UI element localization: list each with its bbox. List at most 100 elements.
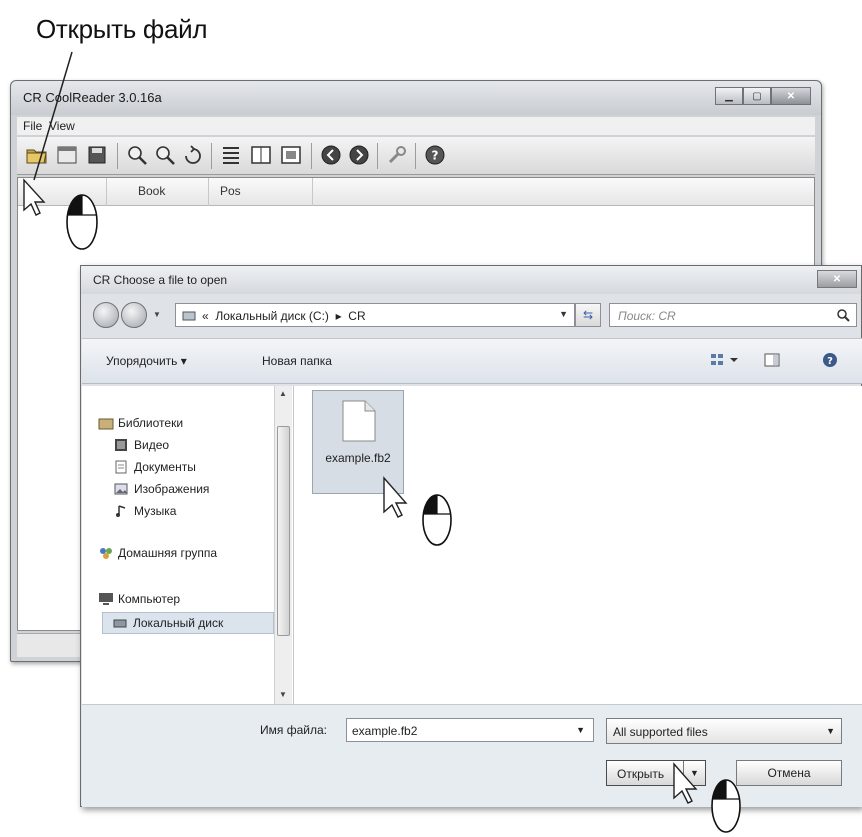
help-icon[interactable]: ? [822,352,838,371]
maximize-button[interactable]: ▢ [743,87,771,105]
settings-icon[interactable] [385,143,409,167]
address-path: « Локальный диск (C:) ▸ CR [202,309,366,323]
menu-bar: File View [17,117,815,135]
search-input[interactable]: Поиск: CR [609,303,857,327]
column-pos[interactable]: Pos [220,184,241,198]
nav-homegroup-label: Домашняя группа [118,546,218,560]
computer-icon [98,592,114,606]
window-title: CR CoolReader 3.0.16a [23,90,162,105]
open-button-label: Открыть [617,767,665,781]
nav-computer-label: Компьютер [118,592,181,606]
forward-icon[interactable] [347,143,371,167]
nav-documents-label: Документы [134,460,196,474]
local-disk-icon [113,616,129,630]
refresh-button[interactable]: ⇆ [575,303,601,327]
close-button[interactable]: ✕ [771,87,811,105]
images-icon [114,482,130,496]
nav-libraries-label: Библиотеки [118,416,184,430]
annotation-label: Открыть файл [36,14,208,44]
music-icon [114,504,130,518]
search-placeholder: Поиск: CR [618,309,676,323]
maximize-icon: ▢ [752,90,762,102]
open-split-dropdown-icon[interactable]: ▼ [683,761,705,785]
filename-dropdown-icon[interactable]: ▼ [576,725,585,735]
nav-images-label: Изображения [134,482,210,496]
recent-books-icon[interactable] [55,143,79,167]
filename-field[interactable]: example.fb2 ▼ [346,718,594,742]
nav-libraries[interactable]: Библиотеки [98,416,183,430]
column-book[interactable]: Book [138,184,165,198]
new-folder-button[interactable]: Новая папка [262,354,332,368]
preview-pane-icon[interactable] [764,352,780,371]
nav-scrollbar[interactable]: ▲ ▼ [274,386,292,704]
breadcrumb-cr[interactable]: CR [348,309,365,323]
address-bar[interactable]: « Локальный диск (C:) ▸ CR ▼ [175,303,575,327]
dialog-title: CR Choose a file to open [93,273,228,287]
filetype-select[interactable]: All supported files ▼ [606,718,842,744]
toc-icon[interactable] [219,143,243,167]
fullscreen-icon[interactable] [279,143,303,167]
scroll-down-icon[interactable]: ▼ [279,690,287,699]
menu-view[interactable]: View [49,119,75,133]
view-options-icon[interactable] [710,352,740,371]
minimize-icon: ▁ [725,90,733,102]
cancel-button[interactable]: Отмена [736,760,842,786]
table-header: Book Pos [18,178,814,206]
minimize-button[interactable]: ▁ [715,87,743,105]
drive-icon [182,309,196,326]
navigation-pane: Библиотеки Видео Документы Изображения М… [82,386,294,704]
history-dropdown-icon[interactable]: ▼ [153,310,161,319]
nav-local-disk-label: Локальный диск [133,616,224,630]
open-button[interactable]: Открыть ▼ [606,760,706,786]
nav-documents[interactable]: Документы [114,460,196,474]
organize-menu[interactable]: Упорядочить ▾ [106,354,187,368]
refresh-icon: ⇆ [582,308,594,322]
one-page-icon[interactable] [249,143,273,167]
nav-video[interactable]: Видео [114,438,169,452]
file-item[interactable]: example.fb2 [312,390,404,494]
filetype-dropdown-icon: ▼ [826,726,835,736]
nav-computer[interactable]: Компьютер [98,592,180,606]
scroll-up-icon[interactable]: ▲ [279,389,287,398]
address-dropdown-icon[interactable]: ▼ [559,309,568,319]
video-icon [114,438,130,452]
breadcrumb-local-disk[interactable]: Локальный диск (C:) [215,309,329,323]
close-icon: ✕ [832,273,842,285]
main-toolbar: ? [17,137,815,175]
document-icon [341,399,377,446]
search-icon [836,308,850,325]
zoom-out-icon[interactable] [153,143,177,167]
rotate-icon[interactable] [181,143,205,167]
nav-local-disk[interactable]: Локальный диск [102,612,274,634]
window-titlebar[interactable]: CR CoolReader 3.0.16a ▁ ▢ ✕ [11,81,821,115]
scroll-thumb[interactable] [277,426,290,636]
nav-music[interactable]: Музыка [114,504,176,518]
save-icon[interactable] [85,143,109,167]
filetype-value: All supported files [613,725,708,739]
menu-file[interactable]: File [23,119,42,133]
open-file-dialog: CR Choose a file to open ✕ ▼ « Локальный… [80,265,862,807]
homegroup-icon [98,546,114,560]
svg-text:?: ? [432,149,439,163]
filename-value: example.fb2 [352,724,418,738]
nav-homegroup[interactable]: Домашняя группа [98,546,217,560]
address-row: ▼ « Локальный диск (C:) ▸ CR ▼ ⇆ Поиск: … [81,298,861,332]
dialog-titlebar[interactable]: CR Choose a file to open ✕ [81,266,861,294]
address-overflow[interactable]: « [202,309,209,323]
back-button[interactable] [93,302,119,328]
file-name: example.fb2 [325,451,391,465]
dialog-close-button[interactable]: ✕ [817,270,857,288]
forward-button[interactable] [121,302,147,328]
filename-label: Имя файла: [260,723,327,737]
dialog-footer: Имя файла: example.fb2 ▼ All supported f… [82,704,862,807]
file-list: example.fb2 [294,386,862,704]
documents-icon [114,460,130,474]
zoom-in-icon[interactable] [125,143,149,167]
libraries-icon [98,416,114,430]
back-icon[interactable] [319,143,343,167]
nav-music-label: Музыка [134,504,177,518]
nav-images[interactable]: Изображения [114,482,209,496]
help-icon[interactable]: ? [423,143,447,167]
nav-video-label: Видео [134,438,170,452]
open-file-icon[interactable] [25,143,49,167]
